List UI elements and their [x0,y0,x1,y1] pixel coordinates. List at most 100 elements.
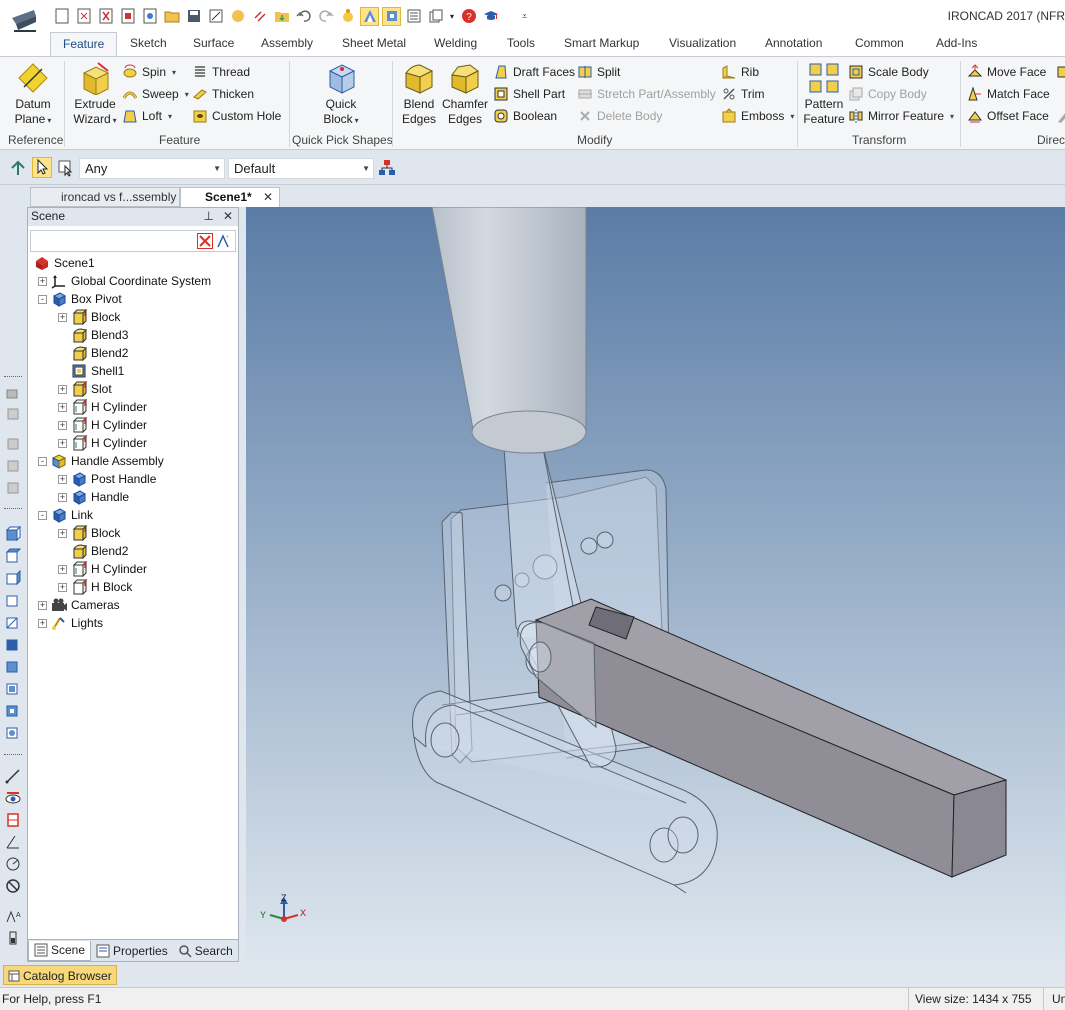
graduation-cap-icon[interactable] [481,7,500,26]
insert-part-icon[interactable] [250,7,269,26]
tab-visualization[interactable]: Visualization [669,36,736,56]
new-document-icon[interactable] [52,7,71,26]
look-at-icon[interactable] [5,790,21,806]
normal-view-icon[interactable] [5,724,21,740]
render-style-dropdown[interactable]: Default ▼ [228,158,374,179]
save-icon[interactable] [184,7,203,26]
boolean-button[interactable]: Boolean [493,107,557,125]
tab-feature[interactable]: Feature [50,32,118,57]
match-face-button[interactable]: Match Face [967,85,1050,103]
stretch-part-assembly-button[interactable]: Stretch Part/Assembly [577,85,716,103]
tree-node[interactable]: + Post Handle [58,470,156,488]
expand-icon[interactable]: + [38,276,47,286]
3d-scene-canvas[interactable] [246,207,1065,962]
view-b-icon[interactable] [5,458,21,474]
tab-sketch[interactable]: Sketch [130,36,167,56]
offset-face-button[interactable]: Offset Face [967,107,1049,125]
shell-part-button[interactable]: Shell Part [493,85,565,103]
delete-body-button[interactable]: Delete Body [577,107,662,125]
undo-icon[interactable] [294,7,313,26]
scale-body-button[interactable]: Scale Body [848,63,929,81]
left-view-icon[interactable] [5,636,21,652]
expand-icon[interactable]: + [58,528,67,538]
pack-and-go-icon[interactable] [228,7,247,26]
copy-layout-icon[interactable] [426,7,445,26]
tree-node[interactable]: - Box Pivot [38,290,122,308]
tree-node[interactable]: Blend2 [58,542,128,560]
custom-hole-button[interactable]: Custom Hole [192,107,281,125]
direct-extra-icon[interactable] [1056,63,1065,81]
tab-assembly[interactable]: Assembly [261,36,313,56]
3d-viewport[interactable]: Z X Y [246,207,1065,962]
tree-node[interactable]: Scene1 [34,254,95,272]
thicken-button[interactable]: Thicken [192,85,254,103]
tab-welding[interactable]: Welding [434,36,477,56]
direct-extra-icon-2[interactable] [1056,107,1065,125]
top-view-icon[interactable] [5,548,21,564]
section-icon[interactable] [5,812,21,828]
view-c-icon[interactable] [5,480,21,496]
tree-node[interactable]: + Cameras [38,596,120,614]
collapse-icon[interactable]: - [38,510,47,520]
tab-annotation[interactable]: Annotation [765,36,822,56]
sweep-button[interactable]: Sweep ▾ [122,85,189,103]
chamfer-edges-button[interactable]: Chamfer Edges [441,61,489,127]
split-button[interactable]: Split [577,63,620,81]
close-icon[interactable]: ✕ [223,209,233,223]
move-handle-icon[interactable] [5,386,21,402]
expand-icon[interactable]: + [58,564,67,574]
copy-body-button[interactable]: Copy Body [848,85,927,103]
footer-tab-scene[interactable]: Scene [28,940,92,961]
tree-node[interactable]: + H Cylinder [58,560,147,578]
tab-add-ins[interactable]: Add-Ins [936,36,977,56]
footer-tab-search[interactable]: Search [173,941,238,961]
tree-node[interactable]: + Handle [58,488,129,506]
iso-view-icon[interactable] [5,658,21,674]
extrude-wizard-button[interactable]: Extrude Wizard ▾ [70,61,120,128]
datum-plane-button[interactable]: Datum Plane ▾ [10,61,56,128]
new-template-icon[interactable] [140,7,159,26]
no-entry-icon[interactable] [5,878,21,894]
move-face-button[interactable]: Move Face [967,63,1046,81]
tree-node[interactable]: + Block [58,524,120,542]
smartsnap-icon[interactable] [338,7,357,26]
expand-icon[interactable]: + [58,402,67,412]
tab-sheet-metal[interactable]: Sheet Metal [342,36,406,56]
tree-node[interactable]: + Block [58,308,120,326]
tree-node[interactable]: + H Cylinder [58,398,147,416]
tree-node[interactable]: Shell1 [58,362,124,380]
tab-common[interactable]: Common [855,36,904,56]
search-options-icon[interactable]: * [216,233,232,249]
expand-icon[interactable]: + [58,492,67,502]
list-icon[interactable] [404,7,423,26]
dimetric-view-icon[interactable] [5,702,21,718]
tree-node[interactable]: + Slot [58,380,112,398]
new-drawing-icon[interactable] [96,7,115,26]
select-arrow-button[interactable] [32,157,52,178]
tree-node[interactable]: + Global Coordinate System [38,272,211,290]
tree-node[interactable]: + Lights [38,614,103,632]
expand-icon[interactable]: + [58,582,67,592]
feature-handle-toggle-icon[interactable] [382,6,401,26]
right-view-icon[interactable] [5,570,21,586]
collapse-icon[interactable]: - [38,456,47,466]
new-part-icon[interactable] [118,7,137,26]
chevron-down-icon[interactable]: ▾ [448,7,456,26]
clear-filter-icon[interactable] [197,233,213,249]
open-folder-icon[interactable] [162,7,181,26]
thread-button[interactable]: Thread [192,63,250,81]
hierarchy-icon[interactable] [378,159,396,177]
battery-icon[interactable] [5,930,21,946]
footer-tab-properties[interactable]: Properties [91,941,173,961]
expand-icon[interactable]: + [58,474,67,484]
close-icon[interactable]: ✕ [263,190,273,204]
pin-icon[interactable]: ⊥ [204,209,214,223]
loft-button[interactable]: Loft ▾ [122,107,172,125]
tab-smart-markup[interactable]: Smart Markup [564,36,639,56]
expand-icon[interactable]: + [58,438,67,448]
tree-node[interactable]: + H Cylinder [58,434,147,452]
trim-button[interactable]: Trim [721,85,765,103]
bottom-view-icon[interactable] [5,614,21,630]
front-view-icon[interactable] [5,526,21,542]
quick-block-button[interactable]: Quick Block ▾ [318,61,364,128]
